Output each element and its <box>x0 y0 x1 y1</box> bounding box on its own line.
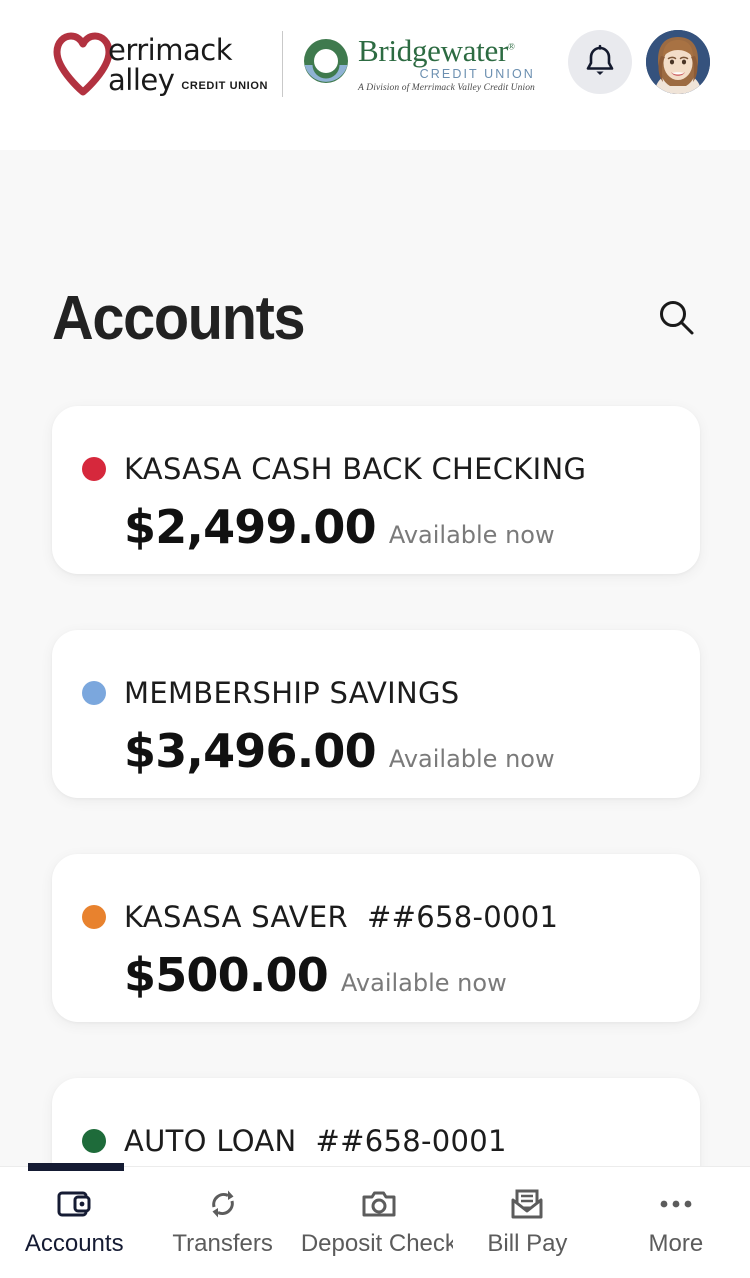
account-balance: $500.00 <box>124 948 329 1002</box>
account-card[interactable]: MEMBERSHIP SAVINGS $3,496.00 Available n… <box>52 630 700 798</box>
logo-line-2: alley <box>108 62 175 97</box>
account-card-header: MEMBERSHIP SAVINGS <box>82 676 700 710</box>
ellipsis-icon <box>657 1183 695 1225</box>
nav-label-transfers: Transfers <box>172 1230 273 1257</box>
ring-icon <box>304 39 349 83</box>
trademark-symbol: ® <box>507 41 515 52</box>
app-header: errimack alley CREDIT UNION Bridgewater® <box>0 0 750 150</box>
bridgewater-logo: Bridgewater® CREDIT UNION A Division of … <box>301 28 535 100</box>
camera-icon <box>305 1183 453 1225</box>
logo-group: errimack alley CREDIT UNION Bridgewater® <box>52 26 535 102</box>
account-name: AUTO LOAN ##658-0001 <box>124 1124 507 1158</box>
account-card[interactable]: KASASA SAVER ##658-0001 $500.00 Availabl… <box>52 854 700 1022</box>
account-card-header: KASASA CASH BACK CHECKING <box>82 452 700 486</box>
account-balance-row: $3,496.00 Available now <box>82 724 700 778</box>
account-name: KASASA SAVER ##658-0001 <box>124 900 559 934</box>
account-card[interactable]: KASASA CASH BACK CHECKING $2,499.00 Avai… <box>52 406 700 574</box>
account-status: Available now <box>388 745 555 773</box>
nav-item-deposit-check[interactable]: Deposit Check <box>297 1167 453 1258</box>
logo-divider <box>282 31 284 97</box>
logo-credit-union-text: CREDIT UNION <box>181 79 269 92</box>
nav-item-accounts[interactable]: Accounts <box>0 1167 148 1258</box>
account-color-dot <box>82 457 106 481</box>
logo-wordmark: errimack alley CREDIT UNION <box>108 34 268 95</box>
account-name: KASASA CASH BACK CHECKING <box>124 452 587 486</box>
bridgewater-wordmark: Bridgewater® CREDIT UNION A Division of … <box>358 35 535 93</box>
nav-item-bill-pay[interactable]: Bill Pay <box>453 1167 601 1258</box>
account-status: Available now <box>388 521 555 549</box>
account-card-header: KASASA SAVER ##658-0001 <box>82 900 700 934</box>
account-card-header: AUTO LOAN ##658-0001 <box>82 1124 700 1158</box>
wallet-icon <box>55 1183 93 1225</box>
heart-icon <box>53 32 113 96</box>
account-status: Available now <box>340 969 507 997</box>
accounts-list: KASASA CASH BACK CHECKING $2,499.00 Avai… <box>52 406 700 1278</box>
account-name: MEMBERSHIP SAVINGS <box>124 676 460 710</box>
bridgewater-tagline: A Division of Merrimack Valley Credit Un… <box>358 82 535 93</box>
account-color-dot <box>82 681 106 705</box>
nav-item-more[interactable]: More <box>602 1167 750 1258</box>
search-icon <box>660 301 694 335</box>
page-title: Accounts <box>52 283 306 353</box>
nav-label-accounts: Accounts <box>24 1230 124 1257</box>
bridgewater-credit-union-text: CREDIT UNION <box>419 67 535 81</box>
nav-label-more: More <box>648 1230 704 1257</box>
account-color-dot <box>82 905 106 929</box>
bell-icon <box>586 44 614 75</box>
avatar[interactable] <box>646 30 710 94</box>
merrimack-valley-logo: errimack alley CREDIT UNION <box>52 29 268 99</box>
nav-item-transfers[interactable]: Transfers <box>148 1167 296 1258</box>
account-color-dot <box>82 1129 106 1153</box>
nav-label-bill-pay: Bill Pay <box>487 1230 568 1257</box>
avatar-photo <box>646 30 710 94</box>
account-balance: $3,496.00 <box>124 724 377 778</box>
bridgewater-name: Bridgewater® <box>358 33 515 68</box>
account-balance-row: $500.00 Available now <box>82 948 700 1002</box>
refresh-arrows-icon <box>204 1183 242 1225</box>
logo-line-1: errimack <box>108 32 233 67</box>
bottom-navigation: Accounts Transfers Deposit Check Bill Pa… <box>0 1163 750 1278</box>
active-tab-indicator <box>28 1163 124 1171</box>
envelope-icon <box>508 1183 546 1225</box>
app-screen: errimack alley CREDIT UNION Bridgewater® <box>0 0 750 1278</box>
account-balance-row: $2,499.00 Available now <box>82 500 700 554</box>
notifications-button[interactable] <box>568 30 632 94</box>
page-title-row: Accounts <box>52 278 698 358</box>
nav-label-deposit-check: Deposit Check <box>300 1230 454 1257</box>
header-actions <box>568 26 710 94</box>
search-button[interactable] <box>654 296 698 340</box>
account-balance: $2,499.00 <box>124 500 377 554</box>
